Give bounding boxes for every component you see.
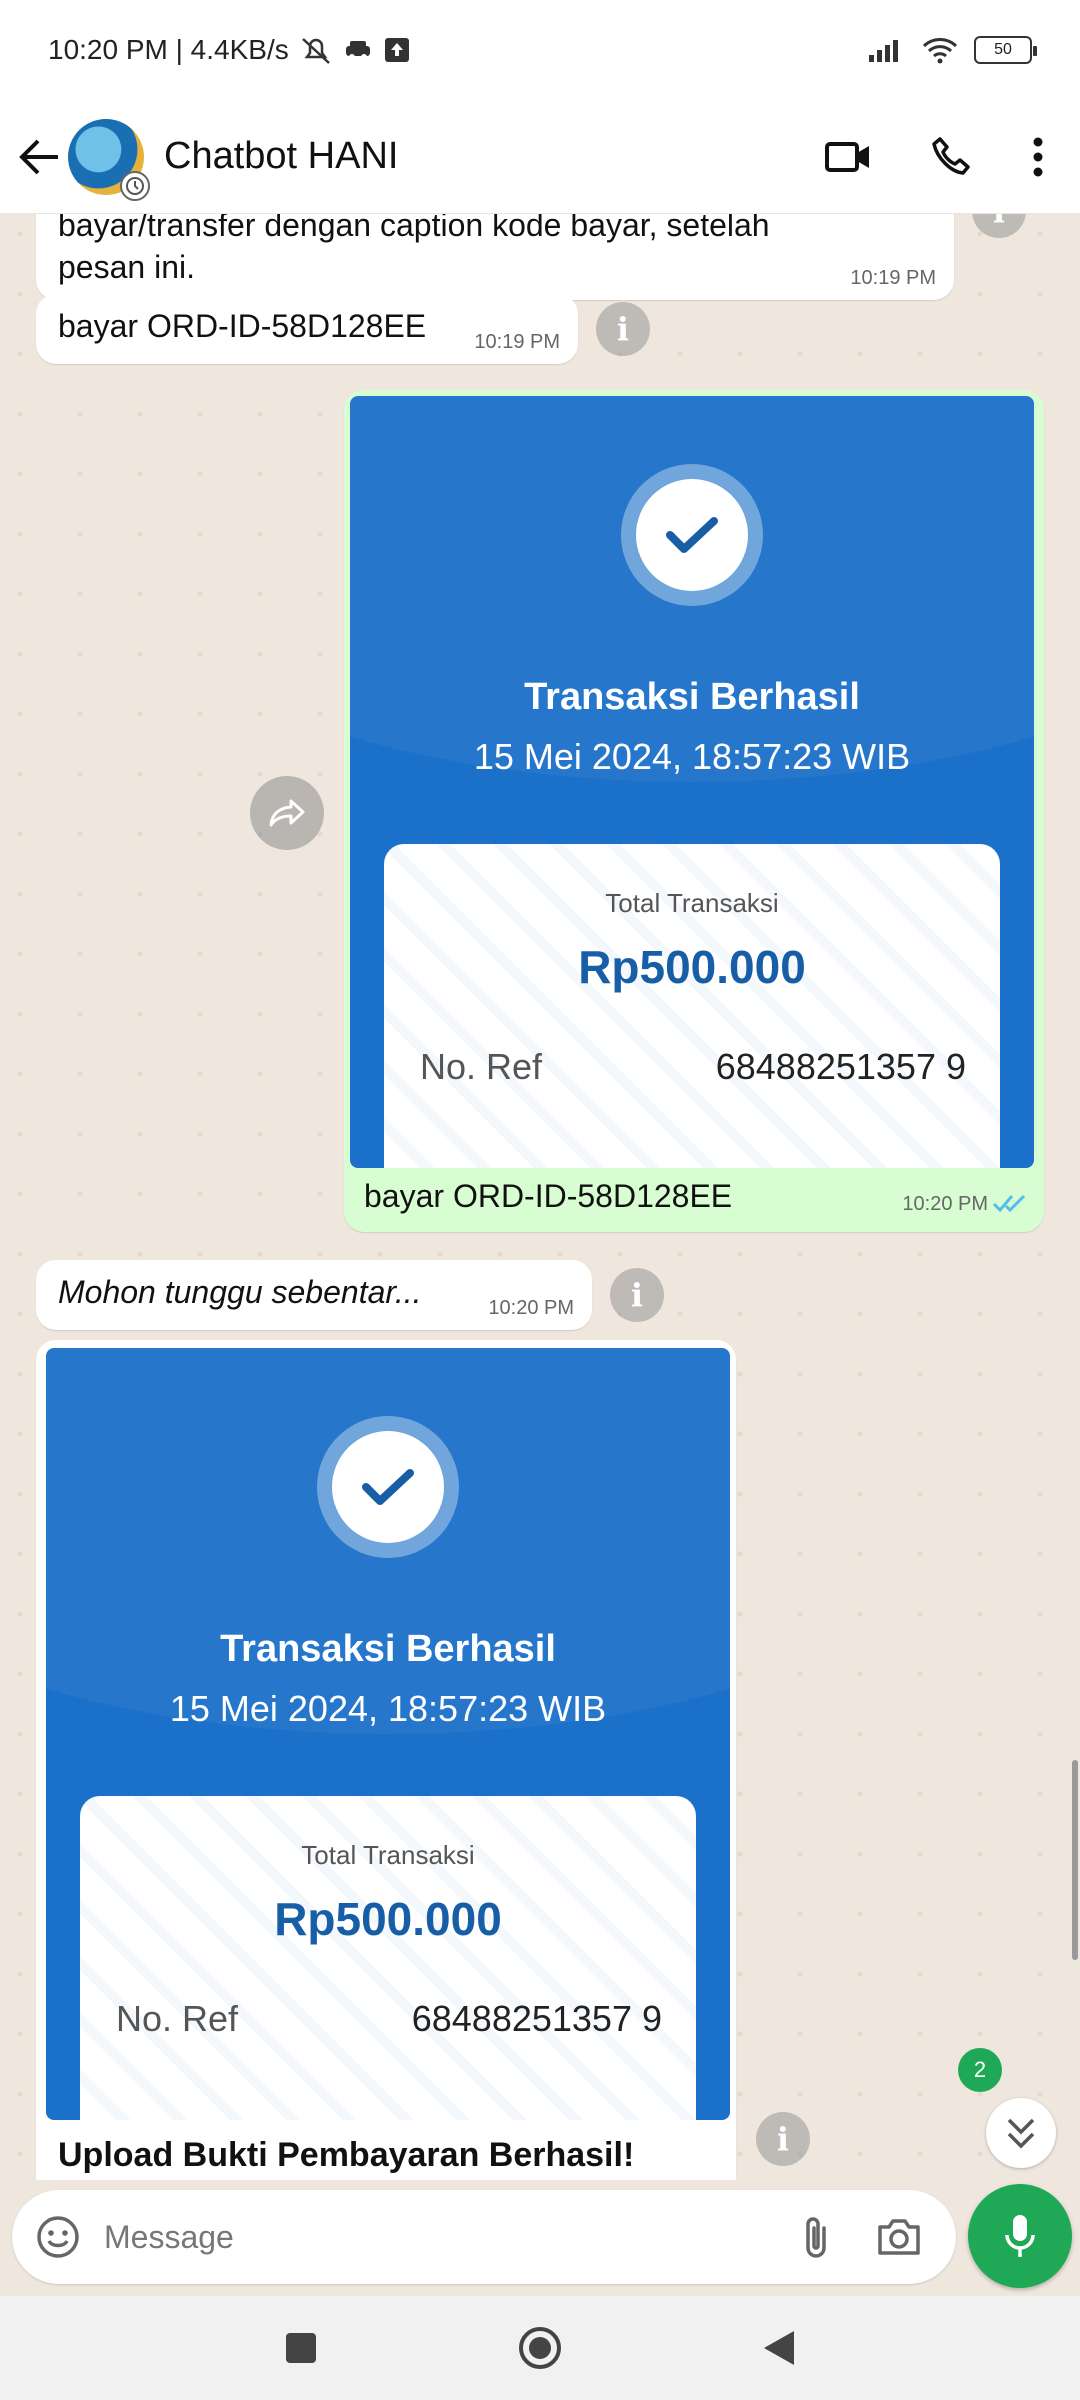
outgoing-image-message[interactable]: Transaksi Berhasil 15 Mei 2024, 18:57:23… xyxy=(344,390,1044,1232)
status-bar: 10:20 PM | 4.4KB/s 50 xyxy=(0,0,1080,100)
message-time: 10:20 PM xyxy=(902,1193,988,1216)
avatar[interactable] xyxy=(68,118,150,201)
image-caption: Upload Bukti Pembayaran Berhasil! xyxy=(58,2136,635,2174)
chat-header: Chatbot HANI xyxy=(0,100,1080,214)
info-icon[interactable]: i xyxy=(756,2112,810,2166)
incoming-message[interactable]: bayar ORD-ID-58D128EE 10:19 PM xyxy=(36,294,578,364)
message-time: 10:19 PM xyxy=(850,267,936,289)
message-text: Mohon tunggu sebentar... xyxy=(58,1274,422,1310)
battery-level: 50 xyxy=(994,41,1012,58)
back-triangle-icon[interactable] xyxy=(762,2329,796,2367)
info-icon[interactable]: i xyxy=(610,1268,664,1322)
phone-call-icon[interactable] xyxy=(930,135,974,179)
unread-count-badge: 2 xyxy=(958,2048,1002,2092)
success-check-icon xyxy=(317,1416,459,1558)
receipt-image[interactable]: Transaksi Berhasil 15 Mei 2024, 18:57:23… xyxy=(350,396,1034,1168)
upload-icon xyxy=(384,38,409,62)
chat-title[interactable]: Chatbot HANI xyxy=(164,135,824,178)
total-amount: Rp500.000 xyxy=(578,941,806,993)
message-input[interactable] xyxy=(104,2218,800,2256)
recents-square-icon[interactable] xyxy=(284,2331,318,2365)
message-time: 10:19 PM xyxy=(474,331,560,353)
incoming-message[interactable]: Mohon tunggu sebentar... 10:20 PM xyxy=(36,1260,592,1330)
status-right: 50 xyxy=(868,36,1037,64)
more-options-icon[interactable] xyxy=(1032,137,1044,177)
battery-icon: 50 xyxy=(974,36,1037,64)
camera-icon[interactable] xyxy=(876,2217,922,2257)
receipt-date: 15 Mei 2024, 18:57:23 WIB xyxy=(169,1688,607,1729)
ref-label: No. Ref xyxy=(420,1046,543,1087)
receipt-card: Total Transaksi Rp500.000 No. Ref 684882… xyxy=(80,1796,696,2120)
message-text: pesan ini. xyxy=(58,249,195,285)
success-check-icon xyxy=(621,464,763,606)
home-circle-icon[interactable] xyxy=(518,2326,562,2370)
time-text: 10:20 PM xyxy=(902,1193,988,1215)
clock-icon xyxy=(120,170,150,201)
scroll-to-bottom-button[interactable] xyxy=(986,2098,1056,2168)
voice-message-button[interactable] xyxy=(968,2184,1072,2288)
message-text: bayar/transfer dengan caption kode bayar… xyxy=(58,214,770,243)
back-arrow-icon[interactable] xyxy=(18,137,62,177)
mute-bell-icon xyxy=(301,38,330,64)
total-amount: Rp500.000 xyxy=(274,1893,502,1945)
composer-actions xyxy=(800,2214,922,2260)
receipt-title: Transaksi Berhasil xyxy=(524,676,860,718)
scrollbar[interactable] xyxy=(1072,1760,1078,1960)
receipt-date: 15 Mei 2024, 18:57:23 WIB xyxy=(473,736,911,777)
incoming-image-message[interactable]: Transaksi Berhasil 15 Mei 2024, 18:57:23… xyxy=(36,1340,736,2180)
header-actions xyxy=(824,135,1044,179)
total-label: Total Transaksi xyxy=(605,888,779,918)
message-composer xyxy=(12,2190,956,2284)
total-label: Total Transaksi xyxy=(301,1840,475,1870)
info-icon[interactable]: i xyxy=(596,302,650,356)
emoji-icon[interactable] xyxy=(36,2215,80,2259)
double-chevron-down-icon xyxy=(1007,2118,1035,2149)
receipt-image[interactable]: Transaksi Berhasil 15 Mei 2024, 18:57:23… xyxy=(46,1348,730,2120)
chat-area[interactable]: bayar/transfer dengan caption kode bayar… xyxy=(0,214,1080,2180)
message-time: 10:20 PM xyxy=(488,1297,574,1319)
system-navigation-bar xyxy=(0,2296,1080,2400)
read-ticks-icon xyxy=(992,1194,1026,1213)
car-icon xyxy=(345,41,370,60)
ref-label: No. Ref xyxy=(116,1998,239,2039)
microphone-icon xyxy=(1005,2215,1035,2257)
status-left: 10:20 PM | 4.4KB/s xyxy=(48,34,411,66)
receipt-title: Transaksi Berhasil xyxy=(220,1628,556,1670)
video-call-icon[interactable] xyxy=(824,139,872,175)
ref-value: 68488251357 9 xyxy=(715,1046,966,1087)
wifi-icon xyxy=(922,38,958,64)
attach-icon[interactable] xyxy=(800,2214,832,2260)
ref-value: 68488251357 9 xyxy=(411,1998,662,2039)
image-caption: bayar ORD-ID-58D128EE xyxy=(364,1178,733,1214)
status-time: 10:20 PM | 4.4KB/s xyxy=(48,34,289,65)
message-text: bayar ORD-ID-58D128EE xyxy=(58,308,427,344)
receipt-card: Total Transaksi Rp500.000 No. Ref 684882… xyxy=(384,844,1000,1168)
signal-icon xyxy=(869,40,898,62)
forward-icon[interactable] xyxy=(250,776,324,850)
incoming-message[interactable]: bayar/transfer dengan caption kode bayar… xyxy=(36,214,954,300)
